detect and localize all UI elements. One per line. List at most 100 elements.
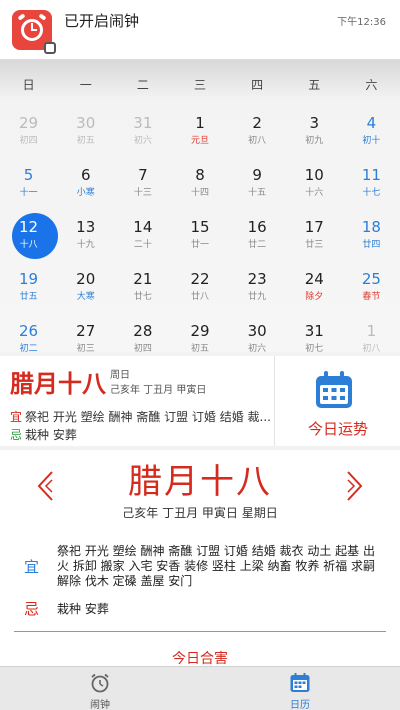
fortune-label: 今日运势: [307, 420, 368, 438]
day-cell[interactable]: 15 廿一: [171, 210, 228, 262]
day-number: 3: [309, 114, 320, 132]
day-number: 14: [133, 218, 153, 236]
divider: [14, 631, 386, 632]
day-cell[interactable]: 17 廿三: [286, 210, 343, 262]
lunar-day: 十四: [190, 188, 209, 198]
lunar-day: 初五: [76, 136, 95, 146]
day-cell[interactable]: 10 十六: [286, 158, 343, 210]
weekday-header: 日一二三四五六: [0, 76, 400, 96]
week-row: 19 廿五 20 大寒 21 廿七 22 廿八 23 廿九 24 除夕 25 春节: [0, 262, 400, 314]
day-cell[interactable]: 18 廿四: [343, 210, 400, 262]
day-number: 9: [252, 166, 262, 184]
lunar-day: 十九: [76, 240, 95, 250]
tab-calendar[interactable]: 日历: [200, 667, 400, 710]
day-number: 5: [23, 166, 34, 184]
day-number: 2: [252, 114, 262, 132]
day-cell[interactable]: 16 廿二: [229, 210, 286, 262]
lunar-day: 初六: [248, 344, 267, 354]
day-cell[interactable]: 9 十五: [229, 158, 286, 210]
ji-summary: 忌栽种 安葬: [10, 426, 77, 443]
day-cell[interactable]: 30 初五: [57, 106, 114, 158]
lunar-day: 初十: [362, 136, 381, 146]
calendar-icon: [290, 673, 310, 692]
day-cell[interactable]: 25 春节: [343, 262, 400, 314]
day-cell-selected[interactable]: 12 十八: [0, 210, 58, 262]
alarm-notification[interactable]: 已开启闹钟 下午12:36: [0, 0, 400, 60]
lunar-day: 初五: [190, 344, 209, 354]
ji-tag: 忌: [10, 428, 23, 442]
day-info-panel: 腊月十八 周日 己亥年 丁丑月 甲寅日 宜祭祀 开光 塑绘 酬神 斋醮 订盟 订…: [0, 356, 400, 446]
day-cell[interactable]: 14 二十: [114, 210, 171, 262]
lunar-day: 十五: [248, 188, 267, 198]
day-cell[interactable]: 4 初十: [343, 106, 400, 158]
lunar-day: 廿二: [248, 240, 267, 250]
day-cell[interactable]: 13 十九: [57, 210, 114, 262]
day-summary[interactable]: 腊月十八 周日 己亥年 丁丑月 甲寅日 宜祭祀 开光 塑绘 酬神 斋醮 订盟 订…: [0, 356, 275, 446]
lunar-day: 初七: [305, 344, 324, 354]
lunar-date: 腊月十八: [10, 370, 106, 398]
day-number: 20: [76, 270, 96, 288]
day-cell[interactable]: 19 廿五: [0, 262, 57, 314]
weekday-label: 日: [22, 78, 35, 92]
day-cell[interactable]: 24 除夕: [286, 262, 343, 314]
lunar-day: 元旦: [190, 136, 209, 146]
lunar-day: 十七: [362, 188, 381, 198]
week-row: 29 初四 30 初五 31 初六 1 元旦 2 初八 3 初九 4 初十: [0, 106, 400, 158]
day-number: 21: [133, 270, 153, 288]
day-cell[interactable]: 6 小寒: [57, 158, 114, 210]
lunar-day: 初八: [248, 136, 267, 146]
today-conflicts-link[interactable]: 今日合害: [0, 648, 400, 668]
day-cell[interactable]: 21 廿七: [114, 262, 171, 314]
tab-alarm[interactable]: 闹钟: [0, 667, 200, 710]
day-number: 6: [80, 166, 91, 184]
day-number: 23: [247, 270, 267, 288]
day-number: 29: [190, 322, 210, 340]
lunar-day: 十八: [19, 240, 38, 250]
calendar-icon: [316, 371, 352, 408]
day-number: 22: [190, 270, 210, 288]
lunar-day: 初八: [362, 344, 381, 354]
day-cell[interactable]: 7 十三: [114, 158, 171, 210]
lunar-day: 初九: [305, 136, 324, 146]
notification-time: 下午12:36: [337, 17, 386, 28]
day-number: 1: [195, 114, 205, 132]
lunar-day: 廿五: [19, 292, 38, 302]
day-cell[interactable]: 29 初四: [0, 106, 57, 158]
day-cell[interactable]: 11 十七: [343, 158, 400, 210]
detail-yi-text: 祭祀 开光 塑绘 酬神 斋醮 订盟 订婚 结婚 裁衣 动土 起基 出火 拆卸 搬…: [57, 544, 375, 588]
day-cell[interactable]: 1 元旦: [171, 106, 228, 158]
day-cell[interactable]: 23 廿九: [229, 262, 286, 314]
lunar-day: 十一: [19, 188, 38, 198]
lunar-day: 二十: [133, 240, 152, 250]
day-cell[interactable]: 5 十一: [0, 158, 57, 210]
lunar-day: 春节: [362, 292, 381, 302]
weekday-label: 三: [193, 78, 206, 92]
ji-summary-text: 栽种 安葬: [25, 428, 77, 442]
lunar-day: 除夕: [305, 292, 324, 302]
day-number: 30: [76, 114, 96, 132]
week-row: 12 十八 13 十九 14 二十 15 廿一 16 廿二 17 廿三 18 廿四: [0, 210, 400, 262]
day-cell[interactable]: 2 初八: [229, 106, 286, 158]
detail-ji-text: 栽种 安葬: [57, 602, 109, 616]
detail-ji-tag: 忌: [24, 600, 40, 618]
date-grid: 29 初四 30 初五 31 初六 1 元旦 2 初八 3 初九 4 初十 5 十一 6 小寒 7 十三 8 十四 9 十五 1…: [0, 106, 400, 366]
day-number: 8: [195, 166, 205, 184]
day-number: 30: [247, 322, 267, 340]
tab-alarm-label: 闹钟: [90, 700, 110, 710]
lunar-day: 初四: [133, 344, 152, 354]
day-cell[interactable]: 3 初九: [286, 106, 343, 158]
fortune-button[interactable]: 今日运势: [276, 356, 400, 446]
day-number: 29: [19, 114, 39, 132]
yi-tag: 宜: [10, 410, 23, 424]
day-cell[interactable]: 8 十四: [171, 158, 228, 210]
day-cell[interactable]: 20 大寒: [57, 262, 114, 314]
lunar-day: 廿八: [190, 292, 209, 302]
day-detail: 腊月十八 己亥年 丁丑月 甲寅日 星期日 宜 祭祀 开光 塑绘 酬神 斋醮 订盟…: [0, 450, 400, 668]
ganzhi-text: 己亥年 丁丑月 甲寅日: [110, 385, 207, 396]
day-number: 31: [133, 114, 153, 132]
lunar-day: 十六: [305, 188, 324, 198]
day-cell[interactable]: 22 廿八: [171, 262, 228, 314]
day-cell[interactable]: 31 初六: [114, 106, 171, 158]
alarm-clock-icon: [91, 673, 109, 693]
day-number: 11: [361, 166, 381, 184]
